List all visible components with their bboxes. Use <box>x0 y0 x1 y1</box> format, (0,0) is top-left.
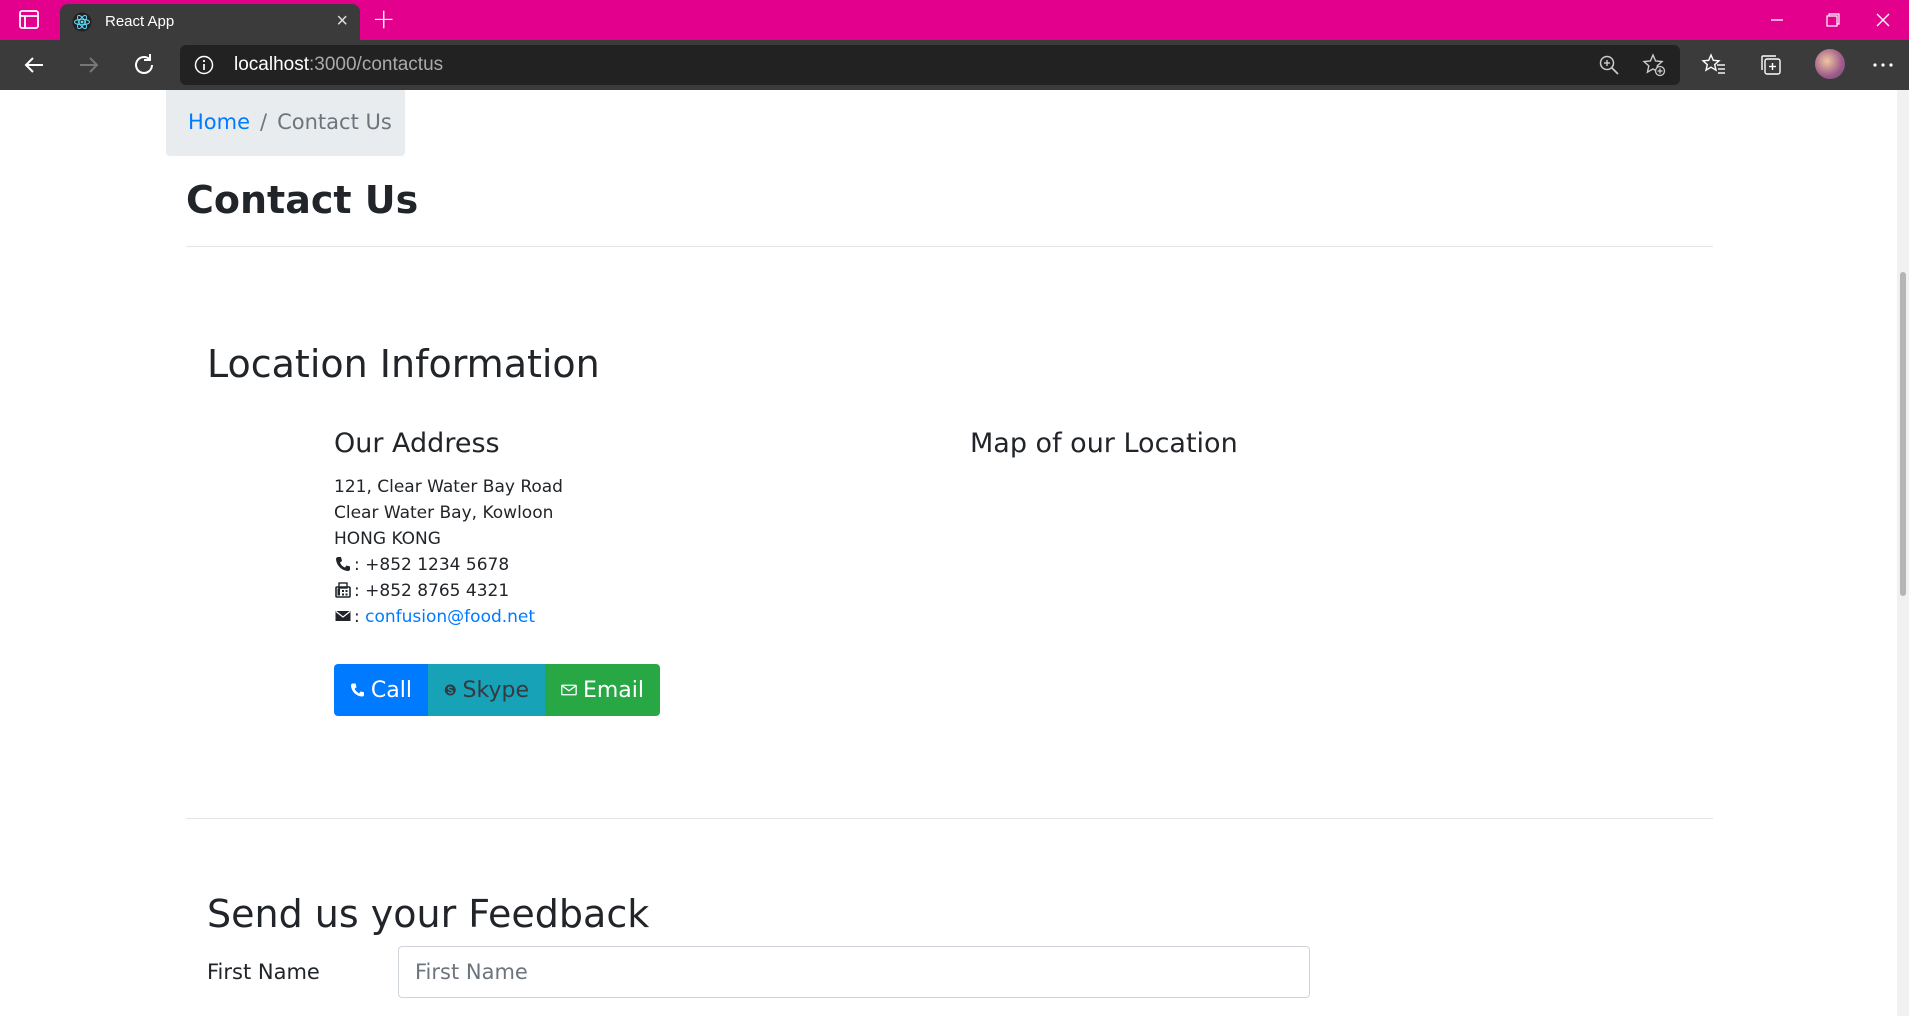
url-text: localhost:3000/contactus <box>234 54 443 76</box>
new-tab-button[interactable]: + <box>372 3 395 35</box>
url-host: localhost <box>234 54 309 75</box>
zoom-icon[interactable] <box>1598 54 1620 76</box>
forward-icon <box>80 57 99 73</box>
refresh-icon[interactable] <box>128 49 160 81</box>
email-prefix: : <box>354 607 360 627</box>
skype-button[interactable]: Skype <box>428 664 545 716</box>
envelope-icon <box>335 611 351 621</box>
minimize-icon[interactable] <box>1754 5 1800 35</box>
fax-number: : +852 8765 4321 <box>354 581 510 601</box>
location-heading: Location Information <box>207 342 600 386</box>
url-bar[interactable]: localhost:3000/contactus <box>180 45 1680 85</box>
page-title: Contact Us <box>186 178 419 222</box>
breadcrumb-separator: / <box>260 110 268 134</box>
favorites-icon[interactable] <box>1701 52 1727 78</box>
call-button-label: Call <box>370 677 412 703</box>
phone-icon <box>336 557 350 571</box>
site-info-icon[interactable] <box>194 55 214 75</box>
first-name-label: First Name <box>207 960 320 984</box>
url-path: :3000/contactus <box>309 54 444 75</box>
divider <box>186 818 1713 819</box>
restore-icon[interactable] <box>1810 5 1856 35</box>
divider <box>186 246 1713 247</box>
browser-tab-bar: React App × + <box>0 0 1909 40</box>
address-block: 121, Clear Water Bay Road Clear Water Ba… <box>334 474 563 630</box>
tab-actions-icon[interactable] <box>16 9 44 31</box>
address-line-2: Clear Water Bay, Kowloon <box>334 503 554 523</box>
phone-number: : +852 1234 5678 <box>354 555 510 575</box>
fax-line: : +852 8765 4321 <box>334 578 563 604</box>
skype-button-label: Skype <box>462 677 529 703</box>
contact-button-group: Call Skype Email <box>334 664 660 716</box>
email-button-label: Email <box>582 677 644 703</box>
profile-avatar[interactable] <box>1815 49 1845 79</box>
address-heading: Our Address <box>334 428 500 459</box>
call-button[interactable]: Call <box>334 664 428 716</box>
page-scrollbar[interactable] <box>1897 90 1909 1016</box>
back-icon[interactable] <box>18 49 50 81</box>
skype-icon <box>444 684 456 696</box>
react-logo-icon <box>72 12 92 32</box>
close-window-icon[interactable] <box>1860 5 1906 35</box>
fax-icon <box>335 582 351 598</box>
page-content: Home / Contact Us Contact Us Location Info… <box>0 90 1909 1016</box>
map-heading: Map of our Location <box>970 428 1238 459</box>
email-line: : confusion@food.net <box>334 604 563 630</box>
scrollbar-thumb[interactable] <box>1900 272 1906 596</box>
breadcrumb-home-link[interactable]: Home <box>188 110 250 134</box>
phone-line: : +852 1234 5678 <box>334 552 563 578</box>
feedback-heading: Send us your Feedback <box>207 892 650 936</box>
envelope-icon <box>561 684 577 696</box>
address-line-3: HONG KONG <box>334 529 441 549</box>
browser-address-bar: localhost:3000/contactus <box>0 40 1909 90</box>
more-options-icon[interactable] <box>1870 52 1896 78</box>
address-line-1: 121, Clear Water Bay Road <box>334 477 563 497</box>
phone-icon <box>350 683 364 697</box>
breadcrumb: Home / Contact Us <box>166 90 405 156</box>
breadcrumb-current: Contact Us <box>277 110 392 134</box>
email-button[interactable]: Email <box>545 664 660 716</box>
close-tab-icon[interactable]: × <box>336 10 348 32</box>
browser-tab[interactable]: React App × <box>60 4 360 40</box>
first-name-input[interactable] <box>398 946 1310 998</box>
collections-icon[interactable] <box>1758 52 1784 78</box>
tab-title: React App <box>105 13 175 30</box>
email-link[interactable]: confusion@food.net <box>365 607 535 627</box>
add-favorite-icon[interactable] <box>1642 53 1666 77</box>
